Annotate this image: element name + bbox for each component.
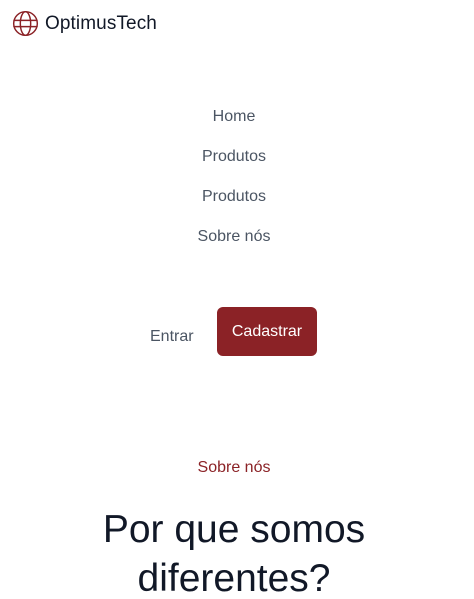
brand-logo-link[interactable]: OptimusTech bbox=[12, 10, 157, 37]
section-title: Por que somos diferentes? bbox=[0, 505, 468, 599]
login-link[interactable]: Entrar bbox=[150, 327, 194, 347]
nav-item-home[interactable]: Home bbox=[213, 105, 256, 145]
auth-actions: Entrar Cadastrar bbox=[0, 307, 468, 357]
section-eyebrow: Sobre nós bbox=[197, 459, 271, 476]
nav-item-produtos-2[interactable]: Produtos bbox=[202, 185, 266, 225]
signup-button[interactable]: Cadastrar bbox=[217, 307, 317, 356]
section-title-line-2: diferentes? bbox=[137, 557, 331, 599]
nav-item-sobre-nos[interactable]: Sobre nós bbox=[198, 225, 271, 265]
section-title-line-1: Por que somos bbox=[102, 508, 366, 551]
nav-item-produtos[interactable]: Produtos bbox=[202, 145, 266, 185]
brand-name: OptimusTech bbox=[45, 13, 157, 34]
globe-icon bbox=[12, 10, 39, 37]
main-nav: Home Produtos Produtos Sobre nós bbox=[0, 105, 468, 265]
